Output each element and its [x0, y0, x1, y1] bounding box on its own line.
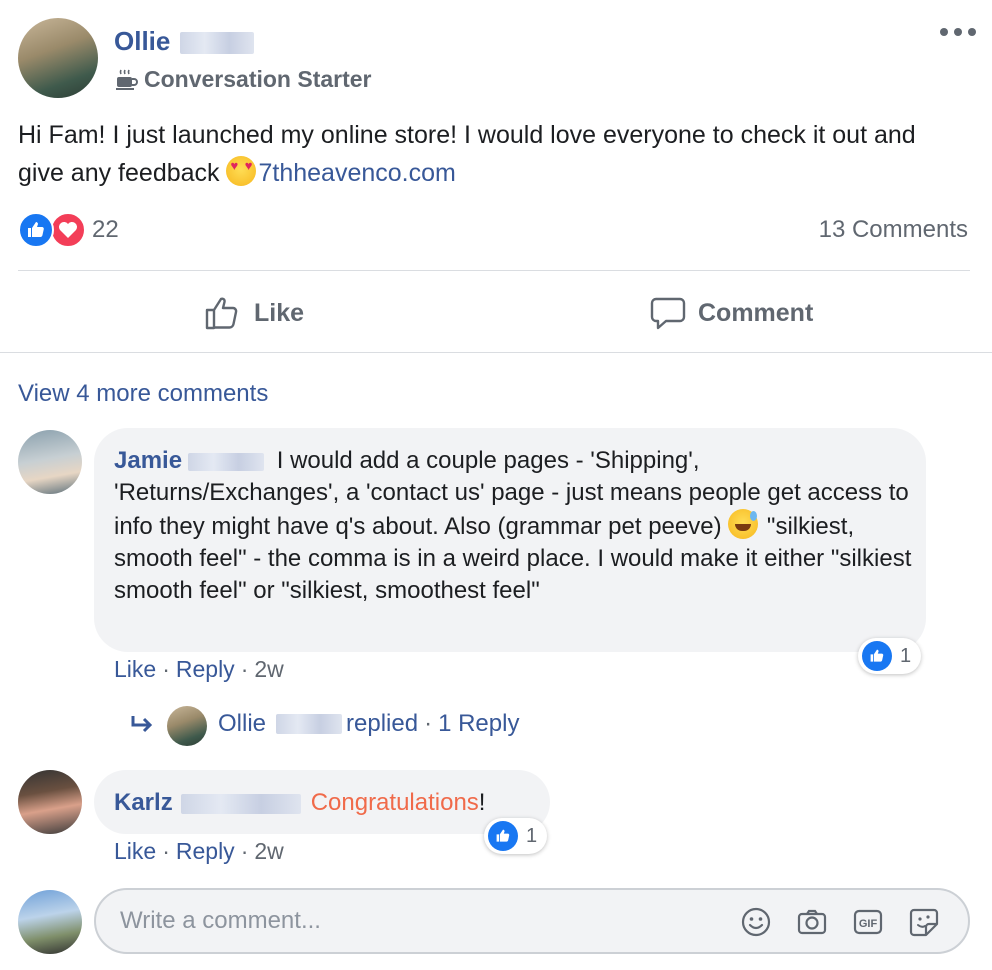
- commenter-name[interactable]: Jamie: [114, 447, 182, 474]
- like-reaction-icon: [18, 212, 54, 248]
- svg-text:GIF: GIF: [859, 918, 878, 930]
- commenter-name[interactable]: Karlz: [114, 789, 173, 816]
- comment-reply-link[interactable]: Reply: [176, 656, 235, 683]
- author-avatar[interactable]: [18, 18, 98, 98]
- emoji-icon[interactable]: [740, 906, 772, 938]
- coffee-cup-icon: [116, 69, 138, 90]
- badge-label: Conversation Starter: [144, 66, 372, 92]
- comment-input[interactable]: [120, 904, 720, 938]
- comment-timestamp[interactable]: 2w: [254, 656, 283, 683]
- reactions-summary[interactable]: 22: [18, 212, 119, 248]
- comment-like-count: 1: [900, 644, 912, 667]
- comment-text: Jamie I would add a couple pages - 'Ship…: [114, 445, 914, 607]
- comment-button[interactable]: Comment: [650, 290, 813, 336]
- divider: [18, 270, 970, 271]
- like-label: Like: [254, 298, 305, 327]
- post-link[interactable]: 7thheavenco.com: [258, 159, 455, 187]
- post-text: Hi Fam! I just launched my online store!…: [18, 121, 916, 187]
- comment-bubble-icon: [650, 297, 686, 330]
- like-reaction-icon: [862, 641, 892, 671]
- redacted-surname: [180, 32, 254, 54]
- comment-like-link[interactable]: Like: [114, 656, 156, 683]
- like-reaction-icon: [488, 821, 518, 851]
- redacted-surname: [276, 714, 343, 734]
- commenter-avatar[interactable]: [18, 430, 82, 494]
- comment-body: !: [478, 789, 486, 816]
- comment-reaction-pill[interactable]: 1: [858, 638, 922, 674]
- gif-icon[interactable]: GIF: [852, 906, 884, 938]
- comment-text: Karlz Congratulations!: [114, 787, 485, 819]
- redacted-surname: [180, 793, 301, 814]
- comment-timestamp[interactable]: 2w: [254, 838, 283, 865]
- divider: [0, 352, 992, 353]
- comment-actions: Like · Reply · 2w: [114, 838, 284, 865]
- replied-label: replied: [346, 710, 419, 737]
- current-user-avatar: [18, 890, 82, 954]
- separator: ·: [162, 838, 170, 864]
- highlighted-word: Congratulations: [310, 789, 479, 816]
- view-more-comments-link[interactable]: View 4 more comments: [18, 380, 268, 408]
- heart-eyes-emoji-icon: [226, 156, 257, 186]
- sticker-icon[interactable]: [908, 906, 940, 938]
- separator: ·: [240, 838, 249, 864]
- reply-arrow-icon: [131, 716, 153, 733]
- thumbs-up-icon: [205, 297, 238, 330]
- love-reaction-icon: [50, 212, 86, 248]
- separator: ·: [424, 710, 433, 737]
- reply-author-name: Ollie: [218, 710, 267, 737]
- reaction-count: 22: [92, 216, 119, 243]
- comment-reply-link[interactable]: Reply: [176, 838, 235, 865]
- comment-like-count: 1: [526, 824, 538, 847]
- comment-like-link[interactable]: Like: [114, 838, 156, 865]
- like-button[interactable]: Like: [204, 290, 304, 336]
- comment-composer: GIF: [94, 888, 970, 954]
- more-options-icon[interactable]: [940, 22, 976, 42]
- author-badge: Conversation Starter: [114, 66, 372, 93]
- redacted-surname: [188, 452, 265, 471]
- view-replies-link[interactable]: Ollie replied · 1 Reply: [130, 710, 519, 738]
- author-name[interactable]: Ollie: [114, 26, 170, 57]
- grinning-sweat-emoji-icon: [728, 509, 759, 539]
- separator: ·: [162, 656, 170, 682]
- comment-actions: Like · Reply · 2w: [114, 656, 284, 683]
- separator: ·: [240, 656, 249, 682]
- camera-icon[interactable]: [796, 906, 828, 938]
- commenter-avatar[interactable]: [18, 770, 82, 834]
- reply-count: 1 Reply: [438, 710, 520, 737]
- comment-label: Comment: [698, 298, 814, 327]
- post-body: Hi Fam! I just launched my online store!…: [18, 116, 968, 192]
- comment-reaction-pill[interactable]: 1: [484, 818, 548, 854]
- comments-count[interactable]: 13 Comments: [819, 216, 968, 244]
